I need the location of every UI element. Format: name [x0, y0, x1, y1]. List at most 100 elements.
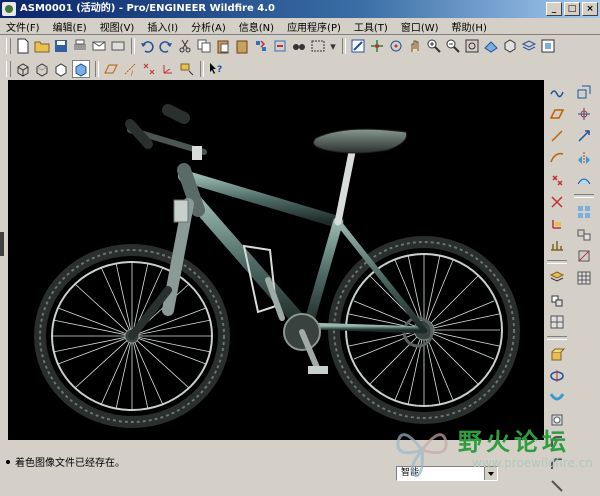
close-button[interactable]: ×	[582, 2, 598, 16]
email-icon[interactable]	[91, 38, 107, 54]
paste-icon[interactable]	[215, 38, 231, 54]
graphics-viewport[interactable]	[8, 80, 544, 440]
sweep-icon[interactable]	[547, 388, 567, 408]
component-insert-icon[interactable]	[547, 268, 567, 288]
datum-point-offset-icon[interactable]	[547, 192, 567, 212]
butterfly-logo-icon	[396, 433, 448, 478]
find-icon[interactable]	[291, 38, 307, 54]
datum-point-icon[interactable]	[547, 170, 567, 190]
orient-mode-icon[interactable]	[388, 38, 404, 54]
toolbar-grip[interactable]	[6, 38, 11, 54]
surface-icon[interactable]	[574, 170, 594, 190]
secondary-toolbar: / ?	[0, 57, 600, 79]
reorient-icon[interactable]	[483, 38, 499, 54]
saved-views-icon[interactable]	[502, 38, 518, 54]
mirror-icon[interactable]	[574, 148, 594, 168]
menu-analysis[interactable]: 分析(A)	[191, 19, 226, 34]
undo-icon[interactable]	[139, 38, 155, 54]
menu-file[interactable]: 文件(F)	[6, 19, 40, 34]
maximize-button[interactable]: □	[564, 2, 580, 16]
menu-insert[interactable]: 插入(I)	[147, 19, 178, 34]
refit-icon[interactable]	[464, 38, 480, 54]
copy-icon[interactable]	[196, 38, 212, 54]
regenerate-icon[interactable]	[253, 38, 269, 54]
hidden-line-icon[interactable]	[34, 61, 50, 77]
zoom-in-icon[interactable]	[426, 38, 442, 54]
coordinate-system-icon[interactable]	[547, 214, 567, 234]
new-file-icon[interactable]	[15, 38, 31, 54]
toolbar-separator	[200, 61, 204, 77]
layers-icon[interactable]	[521, 38, 537, 54]
sketched-curve-icon[interactable]	[547, 82, 567, 102]
saddle	[313, 128, 408, 154]
status-message: 着色图像文件已经存在。	[15, 458, 125, 469]
toolbar-separator	[131, 38, 135, 54]
revolve-icon[interactable]	[547, 366, 567, 386]
explode-icon[interactable]	[574, 104, 594, 124]
move-component-icon[interactable]	[574, 126, 594, 146]
component-repeat-icon[interactable]	[547, 312, 567, 332]
coord-sys-icon[interactable]	[160, 61, 176, 77]
toolbar-separator	[574, 194, 594, 198]
redo-icon[interactable]	[158, 38, 174, 54]
toolbar-separator	[342, 38, 346, 54]
message-bullet-icon	[6, 459, 10, 464]
watermark-url: www.proewildfire.cn	[472, 456, 593, 470]
spin-center-icon[interactable]	[369, 38, 385, 54]
svg-text:?: ?	[217, 65, 222, 75]
chevron-down-icon[interactable]: ▾	[329, 38, 337, 54]
menu-applications[interactable]: 应用程序(P)	[287, 19, 341, 34]
cut-icon[interactable]	[177, 38, 193, 54]
paste-special-icon[interactable]	[234, 38, 250, 54]
view-manager-icon[interactable]	[540, 38, 556, 54]
app-logo-icon	[2, 2, 16, 16]
extend-icon[interactable]	[574, 268, 594, 288]
datum-points-icon[interactable]	[141, 61, 157, 77]
merge-icon[interactable]	[574, 224, 594, 244]
analysis-feature-icon[interactable]	[547, 236, 567, 256]
extrude-icon[interactable]	[547, 344, 567, 364]
menu-bar: 文件(F) 编辑(E) 视图(V) 插入(I) 分析(A) 信息(N) 应用程序…	[0, 18, 600, 35]
pattern-icon[interactable]	[574, 202, 594, 222]
menu-tools[interactable]: 工具(T)	[354, 19, 388, 34]
zoom-out-icon[interactable]	[445, 38, 461, 54]
minimize-button[interactable]: _	[546, 2, 562, 16]
forum-watermark: 野火论坛 www.proewildfire.cn	[388, 418, 600, 486]
component-create-icon[interactable]	[547, 290, 567, 310]
menu-view[interactable]: 视图(V)	[100, 19, 135, 34]
wireframe-icon[interactable]	[15, 61, 31, 77]
seat-post	[334, 148, 356, 226]
message-area: 着色图像文件已经存在。	[6, 454, 125, 469]
shading-icon[interactable]	[72, 60, 90, 78]
menu-window[interactable]: 窗口(W)	[401, 19, 439, 34]
toolbar-separator	[95, 61, 99, 77]
email-link-icon[interactable]	[110, 38, 126, 54]
datum-planes-icon[interactable]	[103, 61, 119, 77]
datum-curve-icon[interactable]	[547, 148, 567, 168]
watermark-title: 野火论坛	[458, 428, 570, 456]
select-box-icon[interactable]	[310, 38, 326, 54]
save-icon[interactable]	[53, 38, 69, 54]
context-help-icon[interactable]: ?	[208, 61, 224, 77]
navigator-toggle[interactable]	[0, 232, 4, 256]
open-folder-icon[interactable]	[34, 38, 50, 54]
datum-plane-icon[interactable]	[547, 104, 567, 124]
datum-axes-icon[interactable]: /	[122, 61, 138, 77]
toolbar-separator	[547, 260, 567, 264]
print-icon[interactable]	[72, 38, 88, 54]
no-hidden-icon[interactable]	[53, 61, 69, 77]
feature-toolbar	[572, 80, 596, 440]
repaint-icon[interactable]	[350, 38, 366, 54]
assembly-icon[interactable]	[574, 82, 594, 102]
datum-toolbar	[545, 80, 569, 492]
trim-icon[interactable]	[574, 246, 594, 266]
datum-axis-icon[interactable]	[547, 126, 567, 146]
toolbar-grip[interactable]	[6, 61, 11, 77]
pan-hand-icon[interactable]	[407, 38, 423, 54]
menu-help[interactable]: 帮助(H)	[452, 19, 487, 34]
annotation-icon[interactable]	[179, 61, 195, 77]
menu-edit[interactable]: 编辑(E)	[53, 19, 87, 34]
bicycle-model	[34, 104, 520, 428]
regen-manager-icon[interactable]	[272, 38, 288, 54]
menu-info[interactable]: 信息(N)	[239, 19, 274, 34]
